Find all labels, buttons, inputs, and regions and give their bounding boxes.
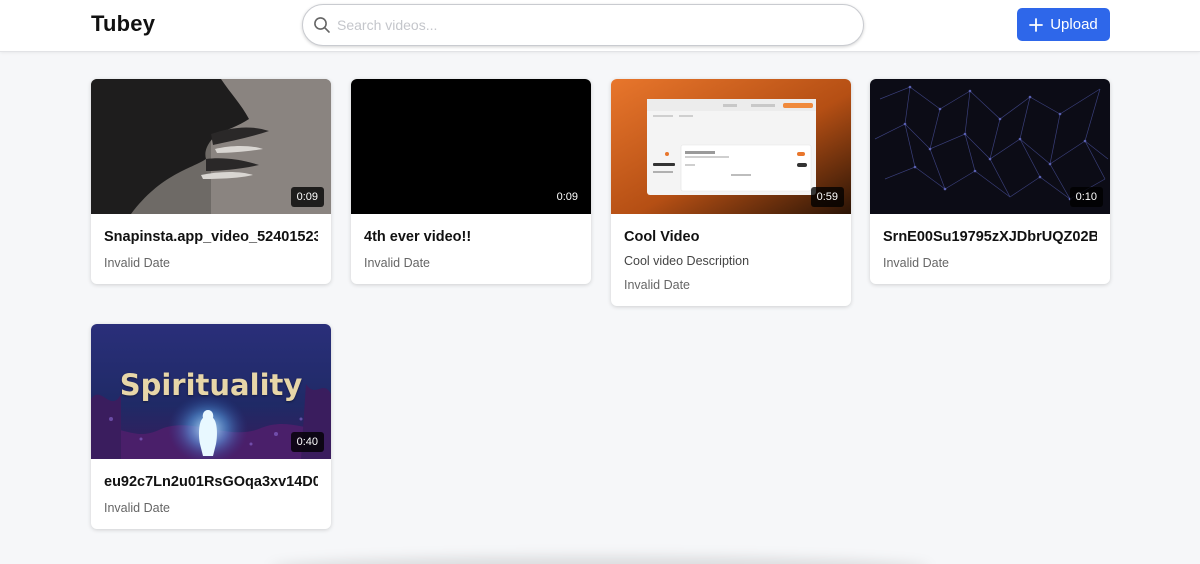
video-duration: 0:40 xyxy=(290,432,324,452)
video-thumbnail[interactable]: 0:09 xyxy=(91,79,331,214)
video-title[interactable]: Snapinsta.app_video_52401523_4 xyxy=(104,229,318,245)
video-thumbnail[interactable]: Spirituality 0:40 xyxy=(91,324,331,459)
video-card[interactable]: 0:09 Snapinsta.app_video_52401523_4 Inva… xyxy=(91,79,331,284)
video-description: Cool video Description xyxy=(624,254,750,268)
video-title[interactable]: Cool Video xyxy=(624,229,838,245)
video-thumbnail[interactable]: 0:09 xyxy=(351,79,591,214)
video-thumbnail[interactable]: 0:59 xyxy=(611,79,851,214)
video-card[interactable]: Spirituality 0:40 eu92c7Ln2u01RsGOqa3xv1… xyxy=(91,324,331,529)
bottom-overlay-shadow xyxy=(270,556,930,564)
search-bar[interactable] xyxy=(302,4,864,46)
video-date: Invalid Date xyxy=(883,256,950,270)
upload-label: Upload xyxy=(1050,16,1098,33)
video-duration: 0:09 xyxy=(290,187,324,207)
video-date: Invalid Date xyxy=(624,278,691,292)
search-input[interactable] xyxy=(337,13,847,37)
video-date: Invalid Date xyxy=(364,256,431,270)
video-duration: 0:09 xyxy=(550,187,584,207)
video-title[interactable]: 4th ever video!! xyxy=(364,229,578,245)
video-duration: 0:10 xyxy=(1069,187,1103,207)
video-card[interactable]: 0:59 Cool Video Cool video Description I… xyxy=(611,79,851,306)
video-title[interactable]: SrnE00Su19795zXJDbrUQZ02B4J xyxy=(883,229,1097,245)
video-card[interactable]: 0:09 4th ever video!! Invalid Date xyxy=(351,79,591,284)
app-logo[interactable]: Tubey xyxy=(91,11,155,37)
thumbnail-text: Spirituality xyxy=(119,368,303,402)
video-card[interactable]: 0:10 SrnE00Su19795zXJDbrUQZ02B4J Invalid… xyxy=(870,79,1110,284)
top-bar: Tubey Upload xyxy=(0,0,1200,52)
plus-icon xyxy=(1029,17,1044,32)
search-icon xyxy=(314,17,330,33)
video-duration: 0:59 xyxy=(810,187,844,207)
video-thumbnail[interactable]: 0:10 xyxy=(870,79,1110,214)
video-date: Invalid Date xyxy=(104,256,171,270)
upload-button[interactable]: Upload xyxy=(1017,8,1110,41)
video-date: Invalid Date xyxy=(104,501,171,515)
video-title[interactable]: eu92c7Ln2u01RsGOqa3xv14D02l xyxy=(104,474,318,490)
